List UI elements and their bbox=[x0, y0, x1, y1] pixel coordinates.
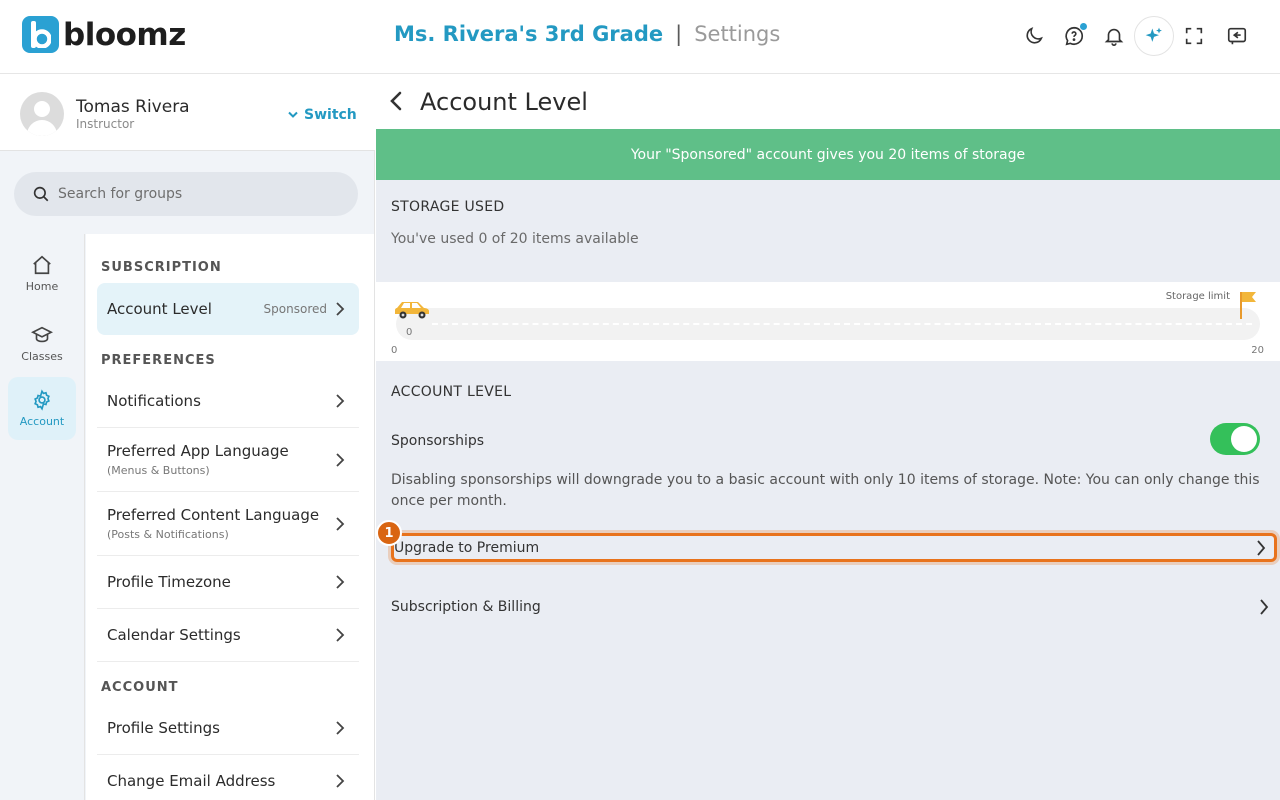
avatar[interactable] bbox=[20, 92, 64, 136]
chevron-right-icon bbox=[336, 774, 345, 788]
storage-track bbox=[396, 308, 1260, 340]
search-icon bbox=[33, 186, 49, 202]
change-email-label: Change Email Address bbox=[107, 772, 276, 790]
chevron-down-icon bbox=[288, 111, 298, 118]
storage-used-title: STORAGE USED bbox=[391, 199, 505, 215]
settings-item-account-level[interactable]: Account Level Sponsored bbox=[97, 283, 359, 335]
fullscreen-icon[interactable] bbox=[1178, 20, 1210, 52]
main-header: Account Level bbox=[376, 74, 1280, 129]
settings-item-timezone[interactable]: Profile Timezone bbox=[97, 556, 359, 609]
sparkle-icon bbox=[1145, 27, 1162, 42]
storage-usage-text: You've used 0 of 20 items available bbox=[391, 231, 639, 247]
nav-rail: Home Classes Account bbox=[0, 234, 85, 800]
chevron-right-icon bbox=[336, 575, 345, 589]
profile-card: Tomas Rivera Instructor Switch bbox=[0, 74, 375, 151]
nav-home[interactable]: Home bbox=[8, 242, 76, 305]
flag-icon bbox=[1240, 292, 1256, 319]
scale-max-label: 20 bbox=[1251, 345, 1264, 356]
chevron-right-icon bbox=[336, 302, 345, 316]
scale-min-label: 0 bbox=[391, 345, 398, 356]
help-chat-icon[interactable] bbox=[1058, 20, 1090, 52]
settings-item-profile-settings[interactable]: Profile Settings bbox=[97, 702, 359, 755]
switch-button[interactable]: Switch bbox=[288, 107, 357, 123]
collapse-panel-icon[interactable] bbox=[1221, 20, 1253, 52]
back-arrow-icon[interactable] bbox=[388, 90, 404, 112]
section-preferences: PREFERENCES bbox=[101, 353, 216, 368]
upgrade-premium-label: Upgrade to Premium bbox=[394, 539, 540, 556]
nav-account[interactable]: Account bbox=[8, 377, 76, 440]
bloomz-logo[interactable]: bloomz bbox=[22, 16, 186, 53]
settings-item-change-email[interactable]: Change Email Address bbox=[97, 755, 359, 800]
home-icon bbox=[33, 255, 51, 275]
logo-badge-icon bbox=[22, 16, 59, 53]
page-title: Account Level bbox=[420, 88, 588, 116]
nav-account-label: Account bbox=[19, 415, 65, 428]
chevron-right-icon bbox=[336, 516, 345, 531]
upgrade-premium-link[interactable]: Upgrade to Premium bbox=[391, 533, 1277, 562]
settings-item-calendar[interactable]: Calendar Settings bbox=[97, 609, 359, 662]
sponsored-banner: Your "Sponsored" account gives you 20 it… bbox=[376, 129, 1280, 180]
settings-item-app-language[interactable]: Preferred App Language (Menus & Buttons) bbox=[97, 428, 359, 492]
settings-item-notifications[interactable]: Notifications bbox=[97, 375, 359, 428]
chevron-right-icon bbox=[336, 628, 345, 642]
subscription-billing-link[interactable]: Subscription & Billing bbox=[391, 592, 1277, 621]
profile-role: Instructor bbox=[76, 117, 135, 131]
account-level-label: Account Level bbox=[107, 300, 212, 318]
car-icon bbox=[395, 302, 429, 319]
class-name[interactable]: Ms. Rivera's 3rd Grade bbox=[394, 22, 663, 46]
search-input[interactable] bbox=[58, 186, 338, 202]
logo-text: bloomz bbox=[63, 16, 186, 53]
nav-home-label: Home bbox=[25, 280, 59, 293]
storage-progress: 0 Storage limit 0 20 bbox=[376, 282, 1280, 361]
graduation-cap-icon bbox=[31, 326, 53, 343]
calendar-label: Calendar Settings bbox=[107, 626, 241, 644]
bell-icon[interactable] bbox=[1098, 20, 1130, 52]
left-panel: Tomas Rivera Instructor Switch Home Clas… bbox=[0, 74, 375, 800]
account-level-badge: Sponsored bbox=[263, 302, 327, 316]
storage-limit-label: Storage limit bbox=[1165, 291, 1230, 302]
nav-classes-label: Classes bbox=[21, 350, 63, 363]
settings-item-content-language[interactable]: Preferred Content Language (Posts & Noti… bbox=[97, 492, 359, 556]
sponsorship-description: Disabling sponsorships will downgrade yo… bbox=[391, 472, 1260, 509]
app-language-label: Preferred App Language bbox=[107, 442, 289, 460]
chevron-right-icon bbox=[1257, 539, 1266, 556]
profile-name: Tomas Rivera bbox=[76, 97, 190, 117]
content-language-label: Preferred Content Language bbox=[107, 506, 320, 524]
chevron-right-icon bbox=[1260, 598, 1269, 615]
switch-label: Switch bbox=[304, 107, 357, 123]
account-level-title: ACCOUNT LEVEL bbox=[391, 384, 512, 400]
step-marker: 1 bbox=[376, 520, 402, 546]
profile-settings-label: Profile Settings bbox=[107, 719, 220, 737]
subscription-billing-label: Subscription & Billing bbox=[391, 598, 541, 615]
sponsorships-toggle[interactable] bbox=[1210, 423, 1260, 455]
main-content: Account Level Your "Sponsored" account g… bbox=[376, 74, 1280, 800]
track-current-value: 0 bbox=[406, 327, 413, 338]
timezone-label: Profile Timezone bbox=[107, 573, 231, 591]
content-language-sub: (Posts & Notifications) bbox=[107, 528, 229, 541]
app-language-sub: (Menus & Buttons) bbox=[107, 464, 210, 477]
header-title: Ms. Rivera's 3rd Grade | Settings bbox=[394, 22, 780, 46]
track-dashes bbox=[432, 323, 1252, 325]
settings-list: SUBSCRIPTION Account Level Sponsored PRE… bbox=[86, 234, 374, 800]
section-account: ACCOUNT bbox=[101, 680, 179, 695]
ai-assistant-button[interactable] bbox=[1134, 16, 1174, 56]
notification-dot bbox=[1079, 22, 1088, 31]
page-name: Settings bbox=[694, 22, 781, 46]
search-bar[interactable] bbox=[14, 172, 358, 216]
chevron-right-icon bbox=[336, 452, 345, 467]
title-separator: | bbox=[675, 22, 683, 46]
gear-icon bbox=[34, 389, 50, 411]
nav-classes[interactable]: Classes bbox=[8, 312, 76, 375]
chevron-right-icon bbox=[336, 394, 345, 408]
sponsorships-label: Sponsorships bbox=[391, 433, 485, 449]
top-header: bloomz Ms. Rivera's 3rd Grade | Settings bbox=[0, 0, 1280, 74]
section-subscription: SUBSCRIPTION bbox=[101, 260, 222, 275]
notifications-label: Notifications bbox=[107, 392, 201, 410]
toggle-knob bbox=[1231, 426, 1257, 452]
moon-icon[interactable] bbox=[1018, 20, 1050, 52]
chevron-right-icon bbox=[336, 721, 345, 735]
